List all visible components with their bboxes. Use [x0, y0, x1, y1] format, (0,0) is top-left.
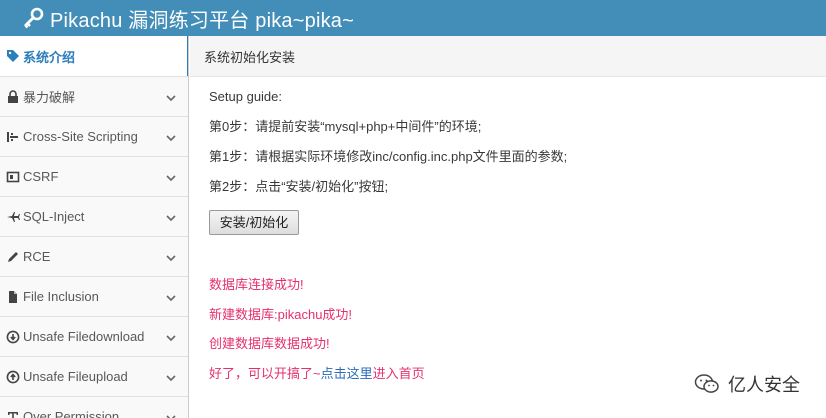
sidebar-item-label: Unsafe Filedownload	[23, 329, 145, 344]
ready-suffix: 进入首页	[372, 366, 425, 381]
chevron-down-icon	[166, 251, 176, 262]
lock-icon	[6, 89, 20, 104]
file-icon	[6, 290, 20, 304]
breadcrumb-current: 系统初始化安装	[204, 49, 296, 65]
sidebar-item-csrf[interactable]: CSRF	[0, 157, 188, 197]
guide-step-2: 第2步：点击“安装/初始化”按钮;	[209, 179, 389, 194]
guide-heading: Setup guide:	[209, 89, 283, 104]
sidebar-item-brute-force[interactable]: 暴力破解	[0, 77, 188, 117]
sidebar-item-rce[interactable]: RCE	[0, 237, 188, 277]
ready-prefix: 好了，可以开搞了~	[209, 366, 321, 381]
sidebar-item-label: Unsafe Fileupload	[23, 369, 128, 384]
tag-icon	[6, 49, 20, 63]
enter-home-link[interactable]: 点击这里	[321, 366, 373, 381]
sidebar-item-label: CSRF	[23, 169, 59, 184]
sidebar-item-sql-inject[interactable]: SQL-Inject	[0, 197, 188, 237]
watermark-text: 亿人安全	[728, 375, 800, 395]
top-navbar: Pikachu 漏洞练习平台 pika~pika~	[0, 0, 826, 36]
chevron-down-icon	[166, 91, 176, 102]
sidebar-item-label: SQL-Inject	[23, 209, 85, 224]
install-init-button[interactable]: 安装/初始化	[209, 210, 299, 235]
sidebar-item-label: Over Permission	[23, 409, 120, 418]
chevron-down-icon	[166, 331, 176, 342]
app-title[interactable]: Pikachu 漏洞练习平台 pika~pika~	[50, 4, 354, 33]
sidebar-item-label: Cross-Site Scripting	[23, 129, 138, 144]
wechat-icon	[694, 373, 720, 395]
download-icon	[6, 330, 20, 344]
chevron-down-icon	[166, 211, 176, 222]
guide-step-0: 第0步：请提前安装“mysql+php+中间件”的环境;	[209, 119, 482, 134]
sidebar-item-label: File Inclusion	[23, 289, 99, 304]
sidebar-item-xss[interactable]: Cross-Site Scripting	[0, 117, 188, 157]
ready-message: 好了，可以开搞了~点击这里进入首页	[209, 363, 425, 382]
data-create-success: 创建数据库数据成功!	[209, 336, 330, 351]
list-icon	[6, 130, 20, 144]
chevron-down-icon	[166, 411, 176, 418]
sidebar-item-label: 系统介绍	[23, 49, 76, 65]
upload-icon	[6, 370, 20, 384]
sidebar-item-unsafe-fileupload[interactable]: Unsafe Fileupload	[0, 357, 188, 397]
watermark: 亿人安全	[694, 371, 800, 397]
sidebar-item-over-permission[interactable]: Over Permission	[0, 397, 188, 418]
pencil-icon	[6, 250, 20, 264]
plane-icon	[6, 210, 20, 224]
text-width-icon	[6, 410, 20, 418]
caption-icon	[6, 170, 20, 184]
db-create-success: 新建数据库:pikachu成功!	[209, 307, 353, 322]
sidebar-item-system-intro[interactable]: 系统介绍	[0, 36, 188, 77]
sidebar-item-label: 暴力破解	[23, 90, 76, 105]
setup-guide: Setup guide: 第0步：请提前安装“mysql+php+中间件”的环境…	[209, 89, 809, 235]
sidebar-item-file-inclusion[interactable]: File Inclusion	[0, 277, 188, 317]
sidebar: 系统介绍 暴力破解 Cross-Site Scripting CSRF SQL-…	[0, 36, 189, 418]
breadcrumb: 系统初始化安装	[190, 36, 826, 77]
chevron-down-icon	[166, 371, 176, 382]
sidebar-item-label: RCE	[23, 249, 51, 264]
db-connect-success: 数据库连接成功!	[209, 277, 304, 292]
sidebar-item-unsafe-filedownload[interactable]: Unsafe Filedownload	[0, 317, 188, 357]
chevron-down-icon	[166, 291, 176, 302]
key-icon	[22, 7, 44, 29]
chevron-down-icon	[166, 171, 176, 182]
chevron-down-icon	[166, 131, 176, 142]
guide-step-1: 第1步：请根据实际环境修改inc/config.inc.php文件里面的参数;	[209, 149, 568, 164]
